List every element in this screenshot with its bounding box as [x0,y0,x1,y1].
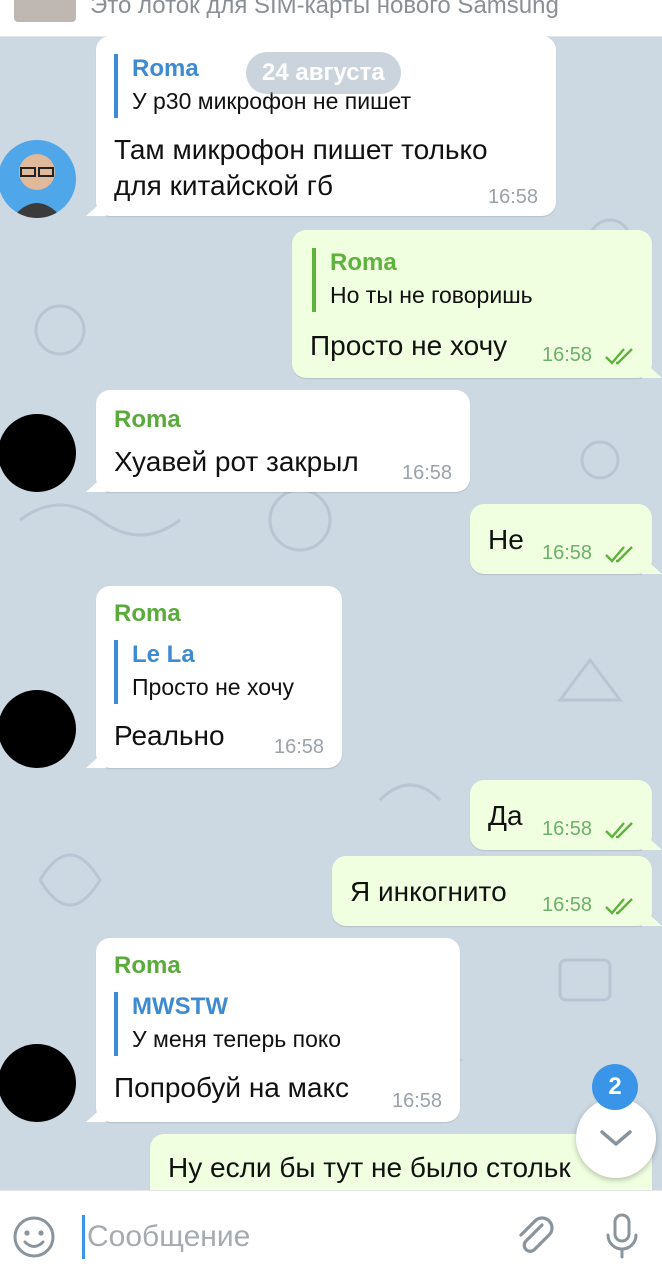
message-text: Просто не хочу [310,330,508,361]
pinned-message-text: Это лоток для SIM-карты нового Samsung [90,0,559,19]
double-check-icon [605,348,633,365]
message-sender: Roma [114,600,181,627]
unread-count-badge: 2 [592,1064,638,1110]
message-bubble[interactable]: Не 16:58 [470,504,652,574]
double-check-icon [605,822,633,839]
paperclip-icon[interactable] [512,1213,558,1259]
message-sender: Roma [114,406,181,433]
message-time: 16:58 [392,1090,443,1112]
reply-quote[interactable]: Roma Но ты не говоришь [312,248,630,312]
message-time: 16:58 [542,344,593,366]
avatar[interactable] [0,140,76,218]
reply-quote[interactable]: MWSTW У меня теперь поко [114,992,432,1056]
message-text: Ну если бы тут не было стольк [168,1152,571,1183]
message-time: 16:58 [274,736,325,758]
pinned-message-bar[interactable]: Это лоток для SIM-карты нового Samsung [0,0,662,37]
message-text: Попробуй на макс [114,1072,350,1103]
reply-sender: Le La [132,641,195,668]
date-label: 24 августа [246,52,401,94]
microphone-icon[interactable] [600,1211,644,1261]
reply-quote[interactable]: Le La Просто не хочу [114,640,342,704]
message-bubble[interactable]: Roma Но ты не говоришь Просто не хочу 16… [292,230,652,378]
message-text: Да [488,800,523,831]
message-time: 16:58 [488,186,539,208]
double-check-icon [605,546,633,563]
double-check-icon [605,898,633,915]
message-sender: Roma [114,952,181,979]
reply-text: Просто не хочу [132,674,294,700]
emoji-icon[interactable] [12,1215,56,1259]
reply-sender: MWSTW [132,993,228,1020]
message-time: 16:58 [542,894,593,916]
message-bubble[interactable]: Roma Хуавей рот закрыл 16:58 [96,390,470,492]
message-bubble[interactable]: Roma MWSTW У меня теперь поко Попробуй н… [96,938,460,1122]
message-time: 16:58 [402,462,453,484]
reply-text: У меня теперь поко [132,1026,341,1052]
scroll-down-button[interactable] [576,1098,656,1178]
message-bubble[interactable]: Я инкогнито 16:58 [332,856,652,926]
message-text-line-2: для китайской гб [114,170,334,201]
message-input-bar: Сообщение [0,1190,662,1281]
message-text-line-1: Там микрофон пишет только [114,134,488,165]
message-time: 16:58 [542,818,593,840]
pinned-thumbnail [14,0,76,22]
avatar-photo-icon [12,154,62,218]
chevron-down-icon [600,1130,632,1146]
reply-text: Но ты не говоришь [330,282,533,308]
message-time: 16:58 [542,542,593,564]
message-text: Не [488,524,524,555]
message-input[interactable]: Сообщение [82,1215,467,1259]
reply-sender: Roma [330,249,397,276]
avatar[interactable] [0,1044,76,1122]
message-text: Хуавей рот закрыл [114,446,359,477]
message-bubble[interactable]: Да 16:58 [470,780,652,850]
message-text: Я инкогнито [350,876,507,907]
avatar[interactable] [0,414,76,492]
avatar[interactable] [0,690,76,768]
message-text: Реально [114,720,225,751]
message-bubble[interactable]: Roma Le La Просто не хочу Реально 16:58 [96,586,342,768]
